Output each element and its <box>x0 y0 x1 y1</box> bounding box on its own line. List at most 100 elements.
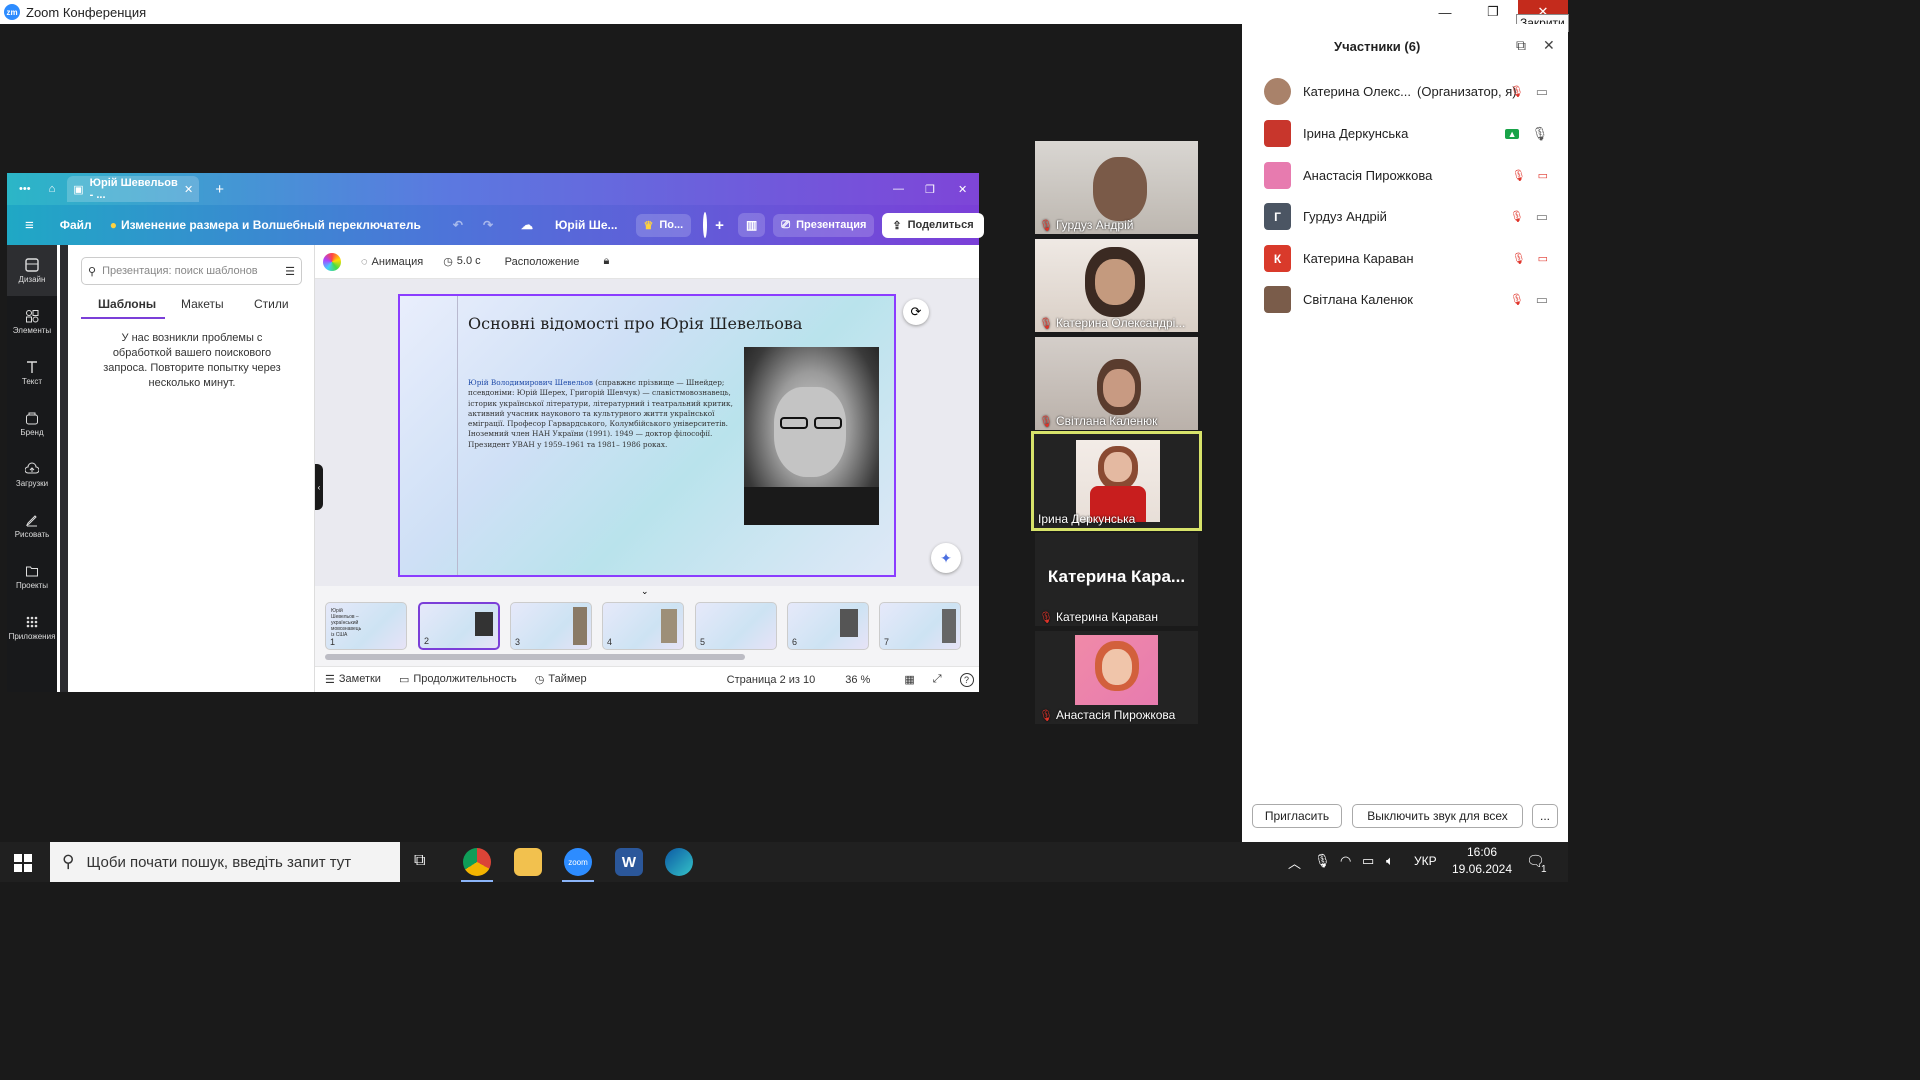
avatar[interactable] <box>703 212 708 238</box>
magic-sparkle-icon[interactable]: ✦ <box>931 543 961 573</box>
rail-uploads[interactable]: Загрузки <box>7 449 57 500</box>
rail-elements[interactable]: Элементы <box>7 296 57 347</box>
clock[interactable]: 16:06 19.06.2024 <box>1450 845 1514 876</box>
thumbnail[interactable]: 4 <box>602 602 684 650</box>
file-explorer-icon[interactable] <box>514 848 542 876</box>
mic-muted-icon[interactable]: 🎙︎ <box>1510 85 1524 98</box>
video-tile[interactable]: Катерина Кара... 🎙︎ Катерина Караван <box>1035 533 1198 626</box>
add-collaborator-icon[interactable]: + <box>715 217 724 234</box>
tray-mic-icon[interactable]: 🎙︎ <box>1314 853 1331 869</box>
arrange-button[interactable]: Расположение <box>505 256 580 268</box>
edge-icon[interactable] <box>665 848 693 876</box>
rail-draw[interactable]: Рисовать <box>7 500 57 551</box>
fullscreen-icon[interactable]: ⤢ <box>933 673 942 686</box>
thumbnail[interactable]: 5 <box>695 602 777 650</box>
upgrade-button[interactable]: ♛ По... <box>635 213 692 237</box>
slide[interactable]: Основні відомості про Юрія Шевельова Юрі… <box>398 294 896 577</box>
video-tile[interactable]: 🎙︎ Катерина Олександрі... <box>1035 239 1198 332</box>
mic-muted-icon[interactable]: 🎙︎ <box>1510 210 1524 223</box>
share-button[interactable]: ⇪ Поделиться <box>882 212 984 238</box>
thumbnail[interactable]: 6 <box>787 602 869 650</box>
hamburger-icon[interactable]: ≡ <box>25 217 34 234</box>
tab-templates[interactable]: Шаблоны <box>98 297 156 311</box>
participant-row[interactable]: Світлана Каленюк 🎙︎ ▭ <box>1264 279 1564 320</box>
file-menu[interactable]: Файл <box>60 218 92 232</box>
document-title[interactable]: Юрій Ше... <box>555 218 617 232</box>
zoom-level[interactable]: 36 % <box>845 674 870 686</box>
maximize-button[interactable]: ❐ <box>1470 0 1516 24</box>
tab-styles[interactable]: Стили <box>254 297 289 311</box>
undo-icon[interactable]: ↶ <box>453 218 463 232</box>
present-button[interactable]: ⎚ Презентация <box>773 213 875 237</box>
help-icon[interactable]: ? <box>959 672 974 687</box>
chevron-down-icon[interactable]: ⌄ <box>641 586 649 597</box>
zoom-taskbar-icon[interactable]: zoom <box>564 848 592 876</box>
collapse-panel-icon[interactable]: ‹ <box>315 464 323 510</box>
rail-design[interactable]: Дизайн <box>7 245 57 296</box>
rail-apps[interactable]: Приложения <box>7 602 57 653</box>
popout-icon[interactable]: ⧉ <box>1516 37 1526 54</box>
tab-close-icon[interactable]: ✕ <box>184 183 193 196</box>
word-icon[interactable]: W <box>615 848 643 876</box>
video-tile[interactable]: 🎙︎ Гурдуз Андрій <box>1035 141 1198 234</box>
new-tab-icon[interactable]: + <box>215 181 224 198</box>
participant-row[interactable]: Г Гурдуз Андрій 🎙︎ ▭ <box>1264 196 1564 237</box>
insights-icon[interactable]: ▥ <box>737 213 766 237</box>
invite-button[interactable]: Пригласить <box>1252 804 1342 828</box>
camera-off-icon[interactable]: ▭ <box>1538 169 1548 182</box>
participant-row[interactable]: Ірина Деркунська ▲ 🎙︎ <box>1264 113 1564 154</box>
mic-muted-icon[interactable]: 🎙︎ <box>1512 169 1526 182</box>
redo-icon[interactable]: ↷ <box>483 218 493 232</box>
notes-button[interactable]: ☰ Заметки <box>325 673 381 686</box>
template-search-input[interactable]: ⚲ Презентация: поиск шаблонов ☰ <box>81 257 302 285</box>
battery-icon[interactable]: ▭ <box>1362 853 1374 869</box>
camera-off-icon[interactable]: ▭ <box>1538 252 1548 265</box>
thumbnail[interactable]: 7 <box>879 602 961 650</box>
camera-icon[interactable]: ▭ <box>1536 292 1548 308</box>
rail-projects[interactable]: Проекты <box>7 551 57 602</box>
slide-body[interactable]: Юрій Володимирович Шевельов (справжнє пр… <box>468 378 738 450</box>
input-language[interactable]: УКР <box>1414 854 1437 868</box>
browser-tab[interactable]: ▣ Юрій Шевельов - ... ✕ <box>67 176 200 202</box>
slide-title[interactable]: Основні відомості про Юрія Шевельова <box>468 314 802 333</box>
participant-row[interactable]: Катерина Олекс... (Организатор, я) 🎙︎ ▭ <box>1264 71 1564 112</box>
refresh-icon[interactable]: ⟳ <box>903 299 929 325</box>
mic-icon[interactable]: 🎙︎ <box>1531 126 1548 142</box>
volume-icon[interactable]: 🔈︎ <box>1386 853 1394 869</box>
canva-minimize-icon[interactable]: — <box>893 183 904 195</box>
thumbnail-selected[interactable]: 2 <box>418 602 500 650</box>
participant-row[interactable]: К Катерина Караван 🎙︎ ▭ <box>1264 238 1564 279</box>
lock-icon[interactable]: 🔒︎ <box>603 255 609 268</box>
thumbnail[interactable]: 3 <box>510 602 592 650</box>
video-tile-active-speaker[interactable]: Ірина Деркунська <box>1031 431 1202 531</box>
scrollbar[interactable] <box>60 245 68 692</box>
portrait-photo[interactable] <box>744 347 879 525</box>
home-icon[interactable]: ⌂ <box>49 183 56 195</box>
thumbnail-scrollbar[interactable] <box>325 654 745 660</box>
canva-restore-icon[interactable]: ❐ <box>925 183 935 196</box>
video-tile[interactable]: 🎙︎ Світлана Каленюк <box>1035 337 1198 430</box>
chrome-icon[interactable] <box>463 848 491 876</box>
duration-button[interactable]: ◷ 5.0 с <box>443 255 480 268</box>
mute-all-button[interactable]: Выключить звук для всех <box>1352 804 1523 828</box>
grid-view-icon[interactable]: ▦ <box>904 673 914 686</box>
windows-start-icon[interactable] <box>14 854 32 872</box>
task-view-icon[interactable]: ⧉ <box>414 852 425 870</box>
participant-row[interactable]: Анастасія Пирожкова 🎙︎ ▭ <box>1264 155 1564 196</box>
thumbnail[interactable]: Юрій Шевельов – український мовознавець … <box>325 602 407 650</box>
more-options-button[interactable]: ... <box>1532 804 1558 828</box>
tray-chevron-icon[interactable]: ︿ <box>1288 853 1301 872</box>
canva-close-icon[interactable]: ✕ <box>958 183 967 196</box>
rail-brand[interactable]: Бренд <box>7 398 57 449</box>
mic-muted-icon[interactable]: 🎙︎ <box>1510 293 1524 306</box>
duration-toggle[interactable]: ▭ Продолжительность <box>399 673 517 686</box>
camera-icon[interactable]: ▭ <box>1536 209 1548 225</box>
wifi-icon[interactable]: ◠ <box>1340 853 1351 869</box>
filter-icon[interactable]: ☰ <box>285 265 295 278</box>
rail-text[interactable]: Текст <box>7 347 57 398</box>
taskbar-search-input[interactable]: ⚲ Щоби почати пошук, введіть запит тут <box>50 842 400 882</box>
color-picker-icon[interactable] <box>323 252 341 271</box>
more-icon[interactable]: ••• <box>19 183 31 195</box>
close-panel-icon[interactable]: ✕ <box>1543 37 1555 54</box>
resize-button[interactable]: ● Изменение размера и Волшебный переключа… <box>110 218 421 232</box>
